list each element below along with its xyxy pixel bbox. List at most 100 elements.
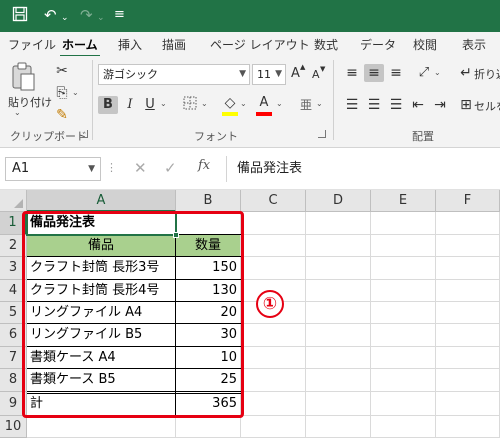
increase-indent-icon[interactable]: ⇥ xyxy=(430,96,450,114)
wrap-text-icon[interactable]: ↵ xyxy=(456,64,476,82)
cell[interactable] xyxy=(371,416,436,438)
font-launcher-icon[interactable] xyxy=(318,130,326,138)
cell-a2-header[interactable]: 備品 xyxy=(27,235,176,257)
cell[interactable] xyxy=(306,392,371,416)
cell[interactable] xyxy=(371,280,436,302)
align-bottom-icon[interactable]: ≡ xyxy=(386,64,406,82)
cell[interactable] xyxy=(241,235,306,257)
column-header-f[interactable]: F xyxy=(436,190,500,212)
copy-icon[interactable]: ⎘ xyxy=(52,84,72,102)
customize-qat-icon[interactable]: ≡ xyxy=(114,6,125,24)
tab-draw[interactable]: 描画 xyxy=(162,36,186,53)
tab-page-layout[interactable]: ページ レイアウト xyxy=(210,36,310,53)
cell[interactable] xyxy=(436,257,500,280)
table-cell-qty[interactable]: 30 xyxy=(176,324,241,347)
table-cell-item[interactable]: クラフト封筒 長形3号 xyxy=(27,257,176,280)
wrap-text-button[interactable]: 折り返 xyxy=(474,66,500,82)
cell[interactable] xyxy=(436,392,500,416)
cell[interactable] xyxy=(306,235,371,257)
column-header-e[interactable]: E xyxy=(371,190,436,212)
grow-font-button[interactable]: A xyxy=(291,66,300,81)
undo-dropdown-icon[interactable]: ⌄ xyxy=(61,9,69,27)
cell[interactable] xyxy=(436,416,500,438)
align-right-icon[interactable]: ☰ xyxy=(386,96,406,114)
cancel-icon[interactable]: ✕ xyxy=(134,159,147,177)
table-cell-qty[interactable]: 10 xyxy=(176,347,241,369)
orientation-dropdown-icon[interactable]: ⌄ xyxy=(434,68,441,77)
cell[interactable] xyxy=(436,280,500,302)
insert-function-button[interactable]: fx xyxy=(198,158,210,173)
font-size-dropdown[interactable]: 11 ▼ xyxy=(252,64,286,85)
fill-color-icon[interactable]: ◇ xyxy=(220,94,240,112)
row-header-8[interactable]: 8 xyxy=(0,369,27,392)
cut-icon[interactable]: ✂ xyxy=(52,62,72,80)
align-left-icon[interactable]: ☰ xyxy=(342,96,362,114)
cell[interactable] xyxy=(27,416,176,438)
name-box[interactable]: A1 ▼ xyxy=(5,157,101,181)
merge-center-icon[interactable]: ⊞ xyxy=(456,96,476,114)
tab-home[interactable]: ホーム xyxy=(60,36,100,58)
bold-button[interactable]: B xyxy=(98,96,118,114)
row-header-3[interactable]: 3 xyxy=(0,257,27,280)
cell[interactable] xyxy=(241,369,306,392)
cell[interactable] xyxy=(306,324,371,347)
cell[interactable] xyxy=(306,280,371,302)
align-middle-icon[interactable]: ≡ xyxy=(364,64,384,82)
cell[interactable] xyxy=(306,257,371,280)
row-header-1[interactable]: 1 xyxy=(0,212,27,235)
cell[interactable] xyxy=(371,257,436,280)
formula-input[interactable]: 備品発注表 xyxy=(226,156,498,182)
cell[interactable] xyxy=(371,324,436,347)
select-all-button[interactable] xyxy=(0,190,27,212)
tab-file[interactable]: ファイル xyxy=(8,36,56,53)
cell-a1[interactable]: 備品発注表 xyxy=(27,212,176,235)
cell[interactable] xyxy=(176,416,241,438)
row-header-6[interactable]: 6 xyxy=(0,324,27,347)
font-name-dropdown[interactable]: 游ゴシック ▼ xyxy=(98,64,250,85)
underline-dropdown-icon[interactable]: ⌄ xyxy=(160,99,167,108)
cell[interactable] xyxy=(371,235,436,257)
font-color-button[interactable]: A xyxy=(254,94,274,112)
cell[interactable] xyxy=(371,347,436,369)
tab-review[interactable]: 校閲 xyxy=(413,36,437,53)
paste-icon[interactable] xyxy=(10,62,36,95)
borders-icon[interactable] xyxy=(180,96,200,115)
cell[interactable] xyxy=(306,369,371,392)
cell[interactable] xyxy=(436,324,500,347)
cell[interactable] xyxy=(241,212,306,235)
phonetic-dropdown-icon[interactable]: ⌄ xyxy=(316,99,323,108)
decrease-indent-icon[interactable]: ⇤ xyxy=(408,96,428,114)
copy-dropdown-icon[interactable]: ⌄ xyxy=(72,88,79,97)
cell[interactable] xyxy=(371,392,436,416)
cell[interactable] xyxy=(436,235,500,257)
table-cell-qty[interactable]: 20 xyxy=(176,302,241,324)
orientation-icon[interactable]: ⤢ xyxy=(414,64,434,82)
column-header-b[interactable]: B xyxy=(176,190,241,212)
cell[interactable] xyxy=(371,302,436,324)
tab-insert[interactable]: 挿入 xyxy=(118,36,142,53)
merge-center-button[interactable]: セルを xyxy=(474,98,500,114)
table-cell-item[interactable]: リングファイル B5 xyxy=(27,324,176,347)
fill-handle[interactable] xyxy=(173,232,179,238)
redo-dropdown-icon[interactable]: ⌄ xyxy=(97,9,105,27)
format-painter-icon[interactable]: ✎ xyxy=(52,106,72,124)
table-cell-item[interactable]: 書類ケース B5 xyxy=(27,369,176,392)
cell-b1[interactable] xyxy=(176,212,241,235)
row-header-10[interactable]: 10 xyxy=(0,416,27,438)
column-header-a[interactable]: A xyxy=(27,190,176,212)
cell[interactable] xyxy=(436,302,500,324)
cell[interactable] xyxy=(241,347,306,369)
table-cell-item[interactable]: クラフト封筒 長形4号 xyxy=(27,280,176,302)
table-cell-item[interactable]: リングファイル A4 xyxy=(27,302,176,324)
enter-icon[interactable]: ✓ xyxy=(164,159,177,177)
paste-dropdown-icon[interactable]: ⌄ xyxy=(14,108,21,117)
row-header-7[interactable]: 7 xyxy=(0,347,27,369)
cell[interactable] xyxy=(371,212,436,235)
shrink-font-button[interactable]: A xyxy=(312,68,320,81)
cell[interactable] xyxy=(306,416,371,438)
table-cell-qty[interactable]: 130 xyxy=(176,280,241,302)
cell[interactable] xyxy=(436,347,500,369)
cell[interactable] xyxy=(241,257,306,280)
table-cell-qty[interactable]: 25 xyxy=(176,369,241,392)
row-header-5[interactable]: 5 xyxy=(0,302,27,324)
